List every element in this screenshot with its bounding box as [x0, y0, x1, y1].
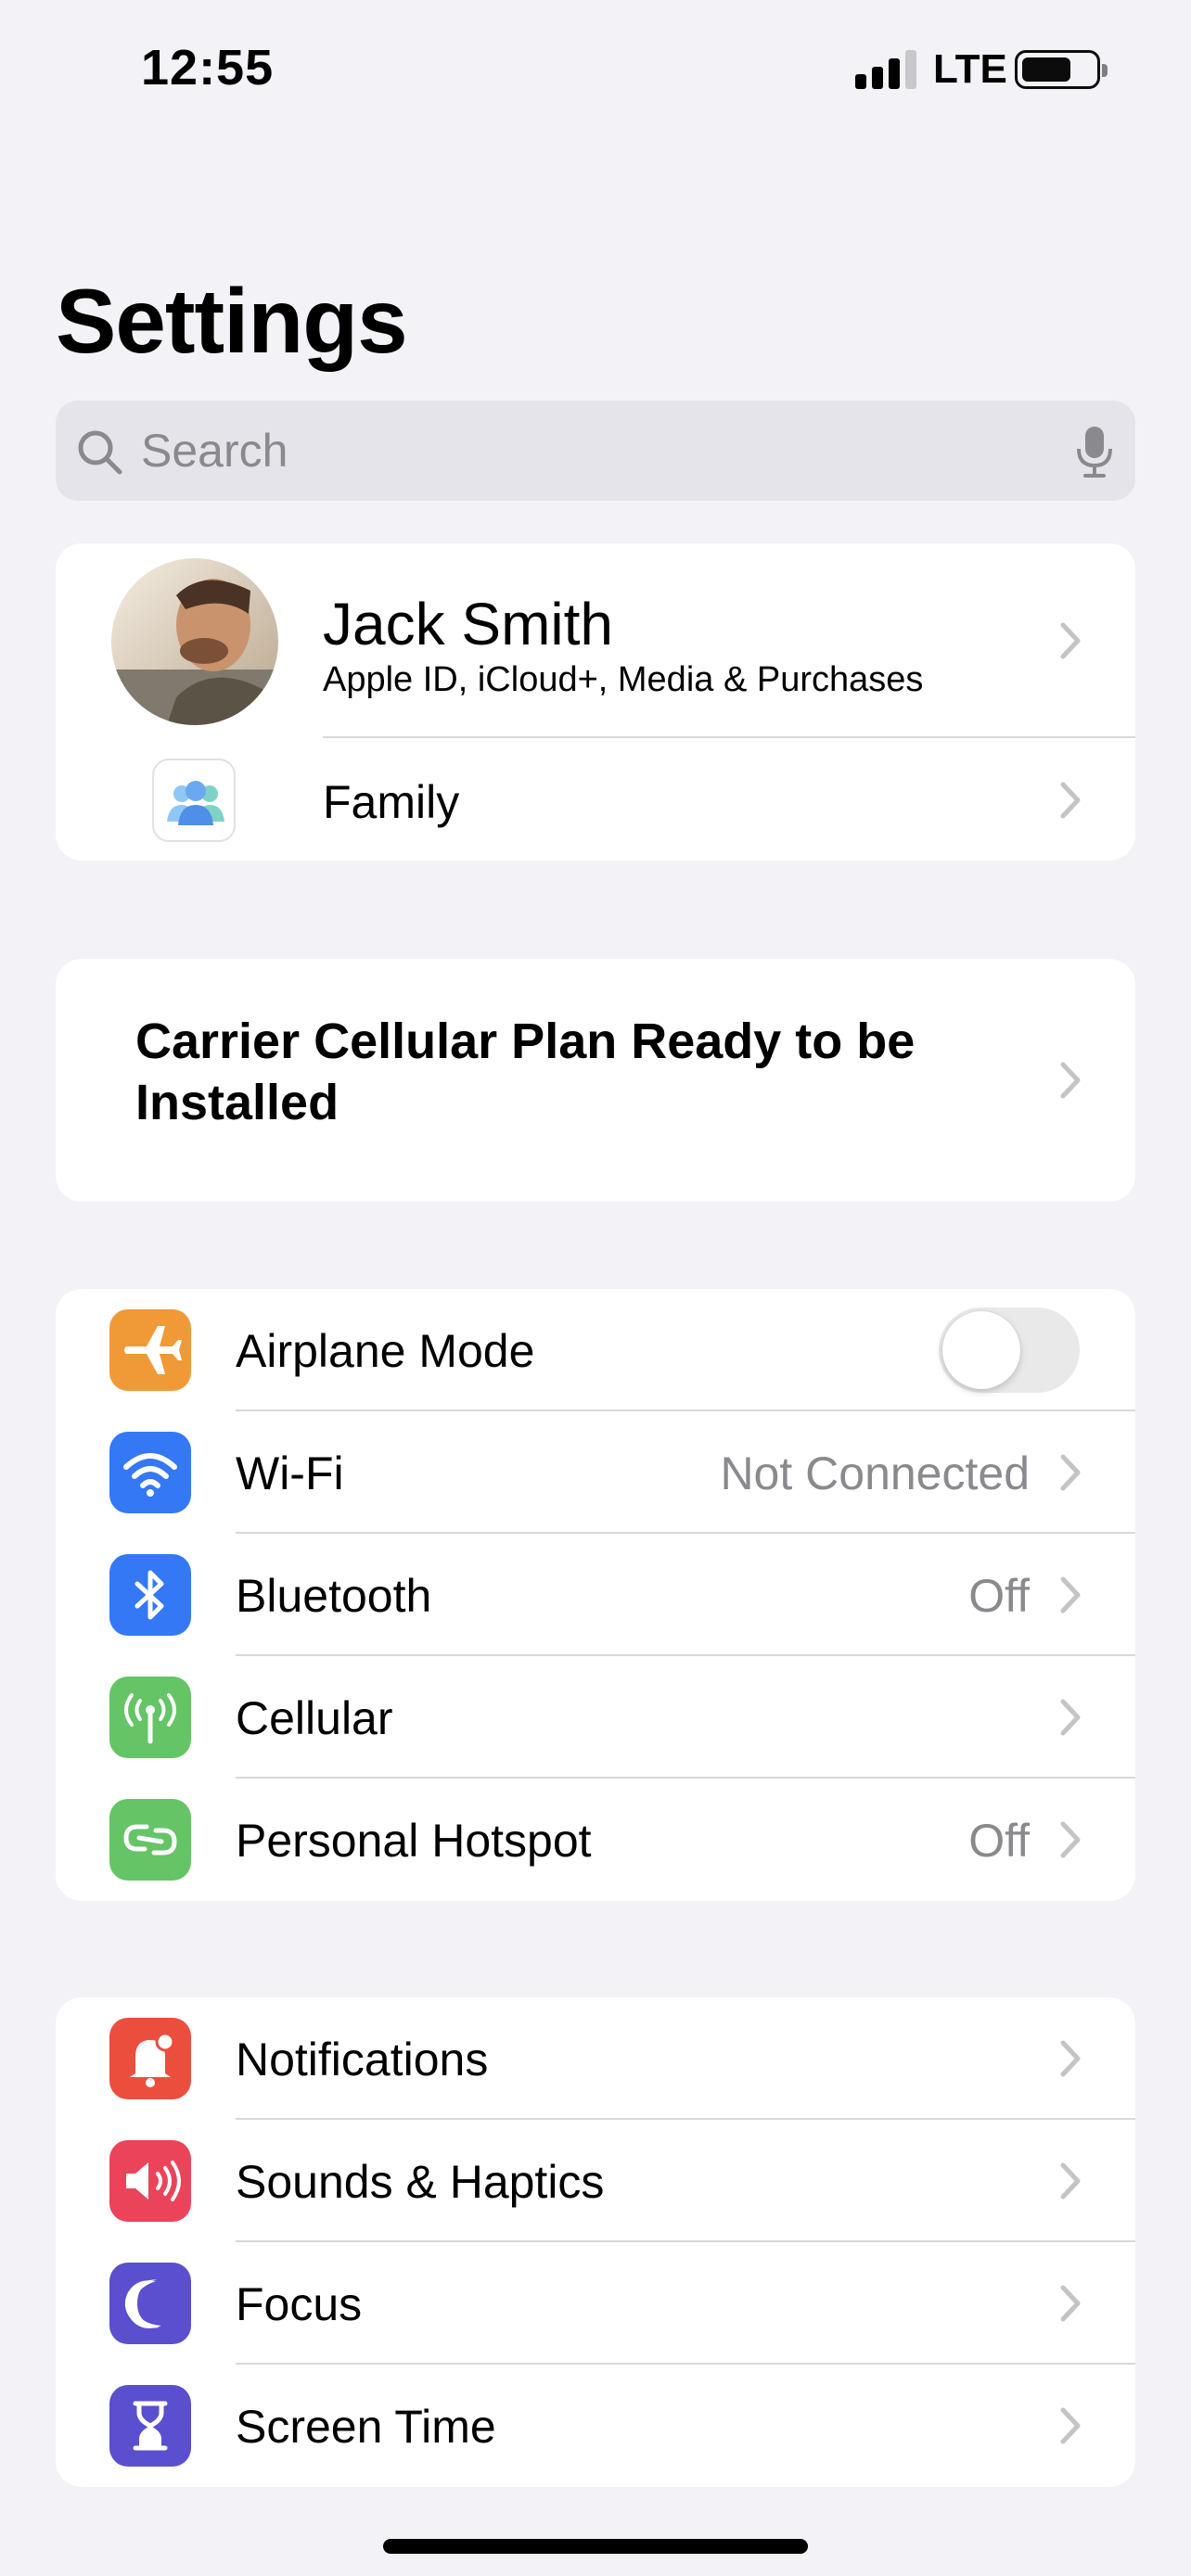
airplane-mode-toggle[interactable] — [939, 1307, 1080, 1393]
network-type: LTE — [933, 46, 1007, 92]
family-row[interactable]: Family — [56, 738, 1135, 861]
moon-icon — [109, 2263, 191, 2344]
bluetooth-status: Off — [968, 1570, 1030, 1622]
profile-card: Jack Smith Apple ID, iCloud+, Media & Pu… — [56, 543, 1135, 861]
cellular-label: Cellular — [236, 1692, 393, 1744]
battery-icon — [1015, 50, 1108, 89]
search-icon — [78, 430, 122, 475]
focus-row[interactable]: Focus — [56, 2242, 1135, 2365]
page-title: Settings — [56, 270, 408, 372]
bluetooth-label: Bluetooth — [236, 1570, 432, 1622]
chevron-right-icon — [1060, 1576, 1081, 1613]
personal-hotspot-label: Personal Hotspot — [236, 1815, 592, 1867]
screen-time-row[interactable]: Screen Time — [56, 2365, 1135, 2487]
chevron-right-icon — [1060, 1454, 1081, 1491]
airplane-mode-row: Airplane Mode — [56, 1289, 1135, 1411]
speaker-icon — [109, 2140, 191, 2222]
chevron-right-icon — [1060, 1821, 1081, 1858]
wifi-label: Wi-Fi — [236, 1447, 344, 1499]
chevron-right-icon — [1060, 1062, 1081, 1099]
bluetooth-icon — [109, 1554, 191, 1636]
notifications-row[interactable]: Notifications — [56, 1997, 1135, 2120]
bluetooth-row[interactable]: Bluetooth Off — [56, 1534, 1135, 1656]
notifications-label: Notifications — [236, 2034, 489, 2085]
apple-id-row[interactable]: Jack Smith Apple ID, iCloud+, Media & Pu… — [56, 543, 1135, 738]
wifi-icon — [109, 1432, 191, 1513]
search-input[interactable] — [141, 401, 1069, 501]
family-label: Family — [323, 776, 460, 828]
sounds-haptics-label: Sounds & Haptics — [236, 2156, 605, 2208]
sounds-haptics-row[interactable]: Sounds & Haptics — [56, 2120, 1135, 2242]
wifi-row[interactable]: Wi-Fi Not Connected — [56, 1411, 1135, 1534]
family-icon — [152, 759, 236, 842]
personal-hotspot-status: Off — [968, 1815, 1030, 1867]
airplane-icon — [109, 1309, 191, 1391]
status-bar: 12:55 LTE — [0, 0, 1191, 139]
chevron-right-icon — [1060, 2407, 1081, 2444]
cellular-antenna-icon — [109, 1677, 191, 1758]
carrier-plan-card[interactable]: Carrier Cellular Plan Ready to be Instal… — [56, 959, 1135, 1202]
general-group: Notifications Sounds & Haptics Focus Scr… — [56, 1997, 1135, 2487]
avatar — [111, 558, 278, 725]
bell-icon — [109, 2018, 191, 2099]
home-indicator[interactable] — [383, 2539, 808, 2554]
profile-subtitle: Apple ID, iCloud+, Media & Purchases — [323, 660, 924, 699]
chevron-right-icon — [1060, 782, 1081, 819]
hotspot-icon — [109, 1799, 191, 1881]
hourglass-icon — [109, 2385, 191, 2467]
focus-label: Focus — [236, 2278, 363, 2330]
wifi-status: Not Connected — [720, 1447, 1030, 1499]
airplane-mode-label: Airplane Mode — [236, 1325, 535, 1377]
search-bar[interactable] — [56, 401, 1135, 501]
personal-hotspot-row[interactable]: Personal Hotspot Off — [56, 1779, 1135, 1901]
cellular-row[interactable]: Cellular — [56, 1656, 1135, 1779]
profile-name: Jack Smith — [323, 591, 613, 657]
connectivity-group: Airplane Mode Wi-Fi Not Connected Blueto… — [56, 1289, 1135, 1901]
chevron-right-icon — [1060, 1699, 1081, 1736]
carrier-plan-text: Carrier Cellular Plan Ready to be Instal… — [135, 1014, 916, 1130]
chevron-right-icon — [1060, 2285, 1081, 2322]
status-time: 12:55 — [141, 40, 275, 96]
settings-screen: 12:55 LTE Settings Search Jack Smith App… — [0, 0, 1191, 2576]
microphone-icon[interactable] — [1074, 425, 1115, 478]
chevron-right-icon — [1060, 2040, 1081, 2077]
chevron-right-icon — [1060, 622, 1081, 659]
cellular-signal-icon — [855, 50, 916, 89]
screen-time-label: Screen Time — [236, 2401, 496, 2453]
chevron-right-icon — [1060, 2162, 1081, 2200]
